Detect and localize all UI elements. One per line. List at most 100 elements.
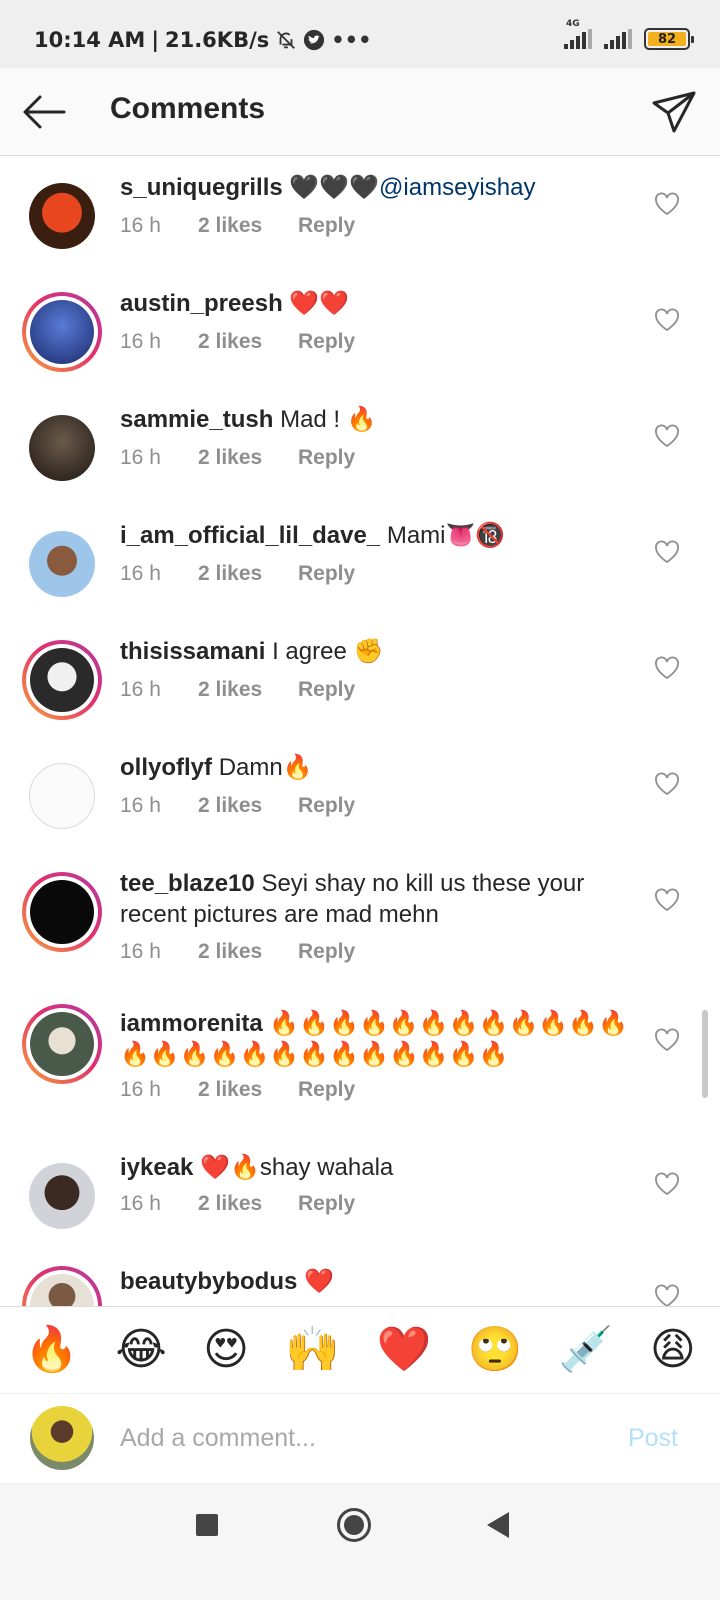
avatar[interactable] bbox=[22, 176, 102, 256]
heart-outline-icon[interactable] bbox=[654, 308, 680, 332]
comment-username[interactable]: beautybybodus bbox=[120, 1268, 297, 1295]
avatar[interactable] bbox=[22, 524, 102, 604]
emoji-syringe-button[interactable]: 💉 bbox=[559, 1328, 614, 1372]
emoji-weary-button[interactable]: 😩 bbox=[650, 1328, 696, 1372]
emoji-eye-roll-button[interactable]: 🙄 bbox=[468, 1328, 523, 1372]
app-header: Comments bbox=[0, 68, 720, 156]
reply-button[interactable]: Reply bbox=[298, 562, 355, 586]
comment-body: ❤️🔥shay wahala bbox=[200, 1154, 394, 1181]
comment-likes[interactable]: 2 likes bbox=[198, 330, 298, 354]
back-nav-button[interactable] bbox=[487, 1512, 509, 1538]
avatar[interactable] bbox=[22, 756, 102, 836]
avatar[interactable] bbox=[22, 1156, 102, 1236]
comment-body: ❤️❤️ bbox=[289, 290, 350, 317]
comment-text: sammie_tush Mad ! 🔥 bbox=[120, 404, 630, 435]
comment-username[interactable]: tee_blaze10 bbox=[120, 870, 255, 897]
reply-button[interactable]: Reply bbox=[298, 330, 355, 354]
heart-outline-icon[interactable] bbox=[654, 656, 680, 680]
comment-body: Damn🔥 bbox=[218, 754, 313, 781]
heart-outline-icon[interactable] bbox=[654, 424, 680, 448]
emoji-red-heart-button[interactable]: ❤️ bbox=[376, 1328, 431, 1372]
avatar-image bbox=[30, 880, 94, 944]
comment-username[interactable]: iammorenita bbox=[120, 1010, 263, 1037]
comment-username[interactable]: s_uniquegrills bbox=[120, 174, 283, 201]
heart-outline-icon[interactable] bbox=[654, 888, 680, 912]
reply-button[interactable]: Reply bbox=[298, 794, 355, 818]
post-button[interactable]: Post bbox=[628, 1424, 678, 1453]
status-time: 10:14 AM bbox=[34, 28, 146, 52]
comment-text: iykeak ❤️🔥shay wahala bbox=[120, 1152, 630, 1183]
avatar[interactable] bbox=[22, 872, 102, 952]
comment-body: 🖤🖤🖤 bbox=[289, 174, 380, 201]
comment-likes[interactable]: 2 likes bbox=[198, 562, 298, 586]
reply-button[interactable]: Reply bbox=[298, 678, 355, 702]
avatar-image bbox=[29, 531, 95, 597]
heart-outline-icon[interactable] bbox=[654, 772, 680, 796]
comment-username[interactable]: austin_preesh bbox=[120, 290, 283, 317]
recents-button[interactable] bbox=[196, 1514, 218, 1536]
reply-button[interactable]: Reply bbox=[298, 446, 355, 470]
comment-time: 16 h bbox=[120, 794, 161, 817]
comment-text: austin_preesh ❤️❤️ bbox=[120, 288, 630, 319]
comment-username[interactable]: ollyoflyf bbox=[120, 754, 212, 781]
comment-likes[interactable]: 2 likes bbox=[198, 678, 298, 702]
comment-meta: 16 h 2 likes Reply bbox=[120, 562, 355, 586]
emoji-fire-button[interactable]: 🔥 bbox=[24, 1328, 79, 1372]
share-button[interactable] bbox=[650, 88, 698, 136]
comment-mention[interactable]: @iamseyishay bbox=[379, 174, 535, 201]
reply-button[interactable]: Reply bbox=[298, 214, 355, 238]
comment-meta: 16 h 2 likes Reply bbox=[120, 1192, 355, 1216]
comment-meta: 16 h 2 likes Reply bbox=[120, 678, 355, 702]
reply-button[interactable]: Reply bbox=[298, 1078, 355, 1102]
comment-text: ollyoflyf Damn🔥 bbox=[120, 752, 630, 783]
heart-outline-icon[interactable] bbox=[654, 1172, 680, 1196]
heart-outline-icon[interactable] bbox=[654, 192, 680, 216]
comment-meta: 16 h 2 likes Reply bbox=[120, 1078, 355, 1102]
comment-likes[interactable]: 2 likes bbox=[198, 214, 298, 238]
comment-time: 16 h bbox=[120, 214, 161, 237]
avatar[interactable] bbox=[22, 1004, 102, 1084]
comment-username[interactable]: sammie_tush bbox=[120, 406, 273, 433]
avatar[interactable] bbox=[22, 640, 102, 720]
comment-meta: 16 h 2 likes Reply bbox=[120, 214, 355, 238]
comment-list[interactable]: s_uniquegrills 🖤🖤🖤@iamseyishay 16 h 2 li… bbox=[0, 156, 720, 1330]
signal-icon bbox=[604, 29, 632, 49]
comment-text: i_am_official_lil_dave_ Mami👅🔞 bbox=[120, 520, 630, 551]
comment-meta: 16 h 2 likes Reply bbox=[120, 330, 355, 354]
avatar[interactable] bbox=[22, 292, 102, 372]
signal-4g-icon: 4G bbox=[564, 19, 592, 49]
avatar-image bbox=[29, 183, 95, 249]
system-nav-bar bbox=[0, 1484, 720, 1600]
comment-text: tee_blaze10 Seyi shay no kill us these y… bbox=[120, 868, 630, 930]
heart-outline-icon[interactable] bbox=[654, 540, 680, 564]
comment-username[interactable]: i_am_official_lil_dave_ bbox=[120, 522, 380, 549]
comment-time: 16 h bbox=[120, 1192, 161, 1215]
comment-body: ❤️ bbox=[304, 1268, 334, 1295]
comment-text: s_uniquegrills 🖤🖤🖤@iamseyishay bbox=[120, 172, 630, 203]
network-speed: 21.6KB/s bbox=[164, 28, 270, 52]
comment-input[interactable] bbox=[120, 1416, 580, 1460]
comment-likes[interactable]: 2 likes bbox=[198, 794, 298, 818]
twitter-icon bbox=[303, 29, 325, 51]
emoji-heart-eyes-button[interactable]: 😍 bbox=[203, 1328, 249, 1372]
reply-button[interactable]: Reply bbox=[298, 940, 355, 964]
reply-button[interactable]: Reply bbox=[298, 1192, 355, 1216]
emoji-raised-hands-button[interactable]: 🙌 bbox=[285, 1328, 340, 1372]
comment-username[interactable]: thisissamani bbox=[120, 638, 265, 665]
comment-likes[interactable]: 2 likes bbox=[198, 1192, 298, 1216]
emoji-laughing-button[interactable]: 😂 bbox=[115, 1328, 166, 1372]
home-button[interactable] bbox=[337, 1508, 371, 1542]
avatar-image bbox=[29, 763, 95, 829]
comment-likes[interactable]: 2 likes bbox=[198, 940, 298, 964]
comment-time: 16 h bbox=[120, 446, 161, 469]
comment-likes[interactable]: 2 likes bbox=[198, 1078, 298, 1102]
comment-body: Mad ! 🔥 bbox=[280, 406, 377, 433]
scrollbar[interactable] bbox=[702, 1010, 708, 1098]
heart-outline-icon[interactable] bbox=[654, 1284, 680, 1308]
avatar-image bbox=[29, 1163, 95, 1229]
back-button[interactable] bbox=[20, 88, 68, 136]
avatar[interactable] bbox=[22, 408, 102, 488]
comment-username[interactable]: iykeak bbox=[120, 1154, 193, 1181]
heart-outline-icon[interactable] bbox=[654, 1028, 680, 1052]
comment-likes[interactable]: 2 likes bbox=[198, 446, 298, 470]
